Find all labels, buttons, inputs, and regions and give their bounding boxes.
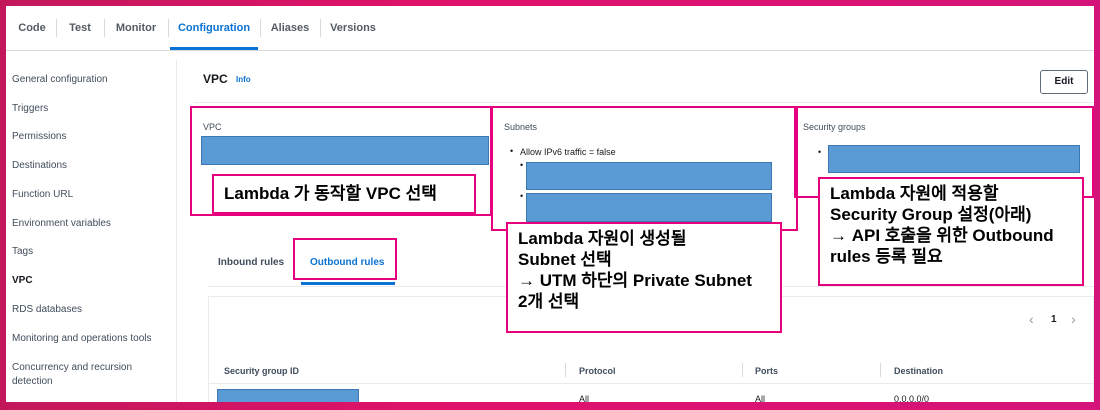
page-title: VPC bbox=[203, 72, 228, 86]
vpc-annotation: Lambda 가 동작할 VPC 선택 bbox=[212, 174, 476, 214]
sidebar-item-permissions[interactable]: Permissions bbox=[12, 130, 172, 144]
cell-ports: All bbox=[755, 394, 766, 402]
tab-aliases[interactable]: Aliases bbox=[262, 6, 318, 50]
tab-bar: Code Test Monitor Configuration Aliases … bbox=[6, 6, 1094, 51]
sidebar-item-tags[interactable]: Tags bbox=[12, 245, 172, 259]
subnet-annotation: Lambda 자원이 생성될 Subnet 선택 → UTM 하단의 Priva… bbox=[506, 222, 782, 333]
outbound-tab-highlight-box bbox=[293, 238, 397, 280]
tab-inbound-rules[interactable]: Inbound rules bbox=[218, 257, 284, 268]
sidebar-item-destinations[interactable]: Destinations bbox=[12, 159, 172, 173]
tab-divider bbox=[320, 19, 321, 37]
sidebar-item-vpc[interactable]: VPC bbox=[12, 274, 172, 288]
sidebar-item-monitoring[interactable]: Monitoring and operations tools bbox=[12, 332, 172, 346]
col-destination: Destination bbox=[894, 366, 944, 376]
configuration-sidebar: General configuration Triggers Permissio… bbox=[6, 60, 177, 402]
sidebar-item-general-configuration[interactable]: General configuration bbox=[12, 73, 172, 87]
edit-button[interactable]: Edit bbox=[1040, 70, 1088, 94]
col-security-group-id: Security group ID bbox=[224, 366, 300, 376]
chevron-right-icon[interactable]: › bbox=[1071, 311, 1076, 327]
chevron-left-icon[interactable]: ‹ bbox=[1029, 311, 1034, 327]
page-number[interactable]: 1 bbox=[1051, 314, 1057, 325]
info-link[interactable]: Info bbox=[236, 75, 251, 84]
column-divider bbox=[880, 363, 881, 377]
tab-versions[interactable]: Versions bbox=[322, 6, 384, 50]
col-ports: Ports bbox=[755, 366, 779, 376]
col-protocol: Protocol bbox=[579, 366, 616, 376]
tab-test[interactable]: Test bbox=[58, 6, 102, 50]
sidebar-item-triggers[interactable]: Triggers bbox=[12, 102, 172, 116]
tab-divider bbox=[56, 19, 57, 37]
sidebar-item-function-url[interactable]: Function URL bbox=[12, 188, 172, 202]
active-tab-indicator bbox=[301, 282, 395, 285]
sidebar-item-concurrency[interactable]: Concurrency and recursion detection bbox=[12, 361, 142, 389]
cell-protocol: All bbox=[579, 394, 590, 402]
column-divider bbox=[742, 363, 743, 377]
tab-monitor[interactable]: Monitor bbox=[106, 6, 166, 50]
cell-destination: 0.0.0.0/0 bbox=[894, 394, 930, 402]
tab-divider bbox=[260, 19, 261, 37]
tab-divider bbox=[104, 19, 105, 37]
lambda-console: Code Test Monitor Configuration Aliases … bbox=[6, 6, 1094, 402]
tab-divider bbox=[168, 19, 169, 37]
security-group-annotation: Lambda 자원에 적용할 Security Group 설정(아래) → A… bbox=[818, 177, 1084, 286]
sidebar-item-rds-databases[interactable]: RDS databases bbox=[12, 303, 172, 317]
tab-configuration[interactable]: Configuration bbox=[170, 6, 258, 50]
table-header-row bbox=[209, 357, 1093, 384]
tab-code[interactable]: Code bbox=[10, 6, 54, 50]
sidebar-item-environment-variables[interactable]: Environment variables bbox=[12, 217, 172, 231]
security-group-id-redacted bbox=[217, 389, 359, 402]
column-divider bbox=[565, 363, 566, 377]
divider bbox=[194, 102, 1094, 103]
subnets-highlight-box bbox=[491, 106, 798, 231]
